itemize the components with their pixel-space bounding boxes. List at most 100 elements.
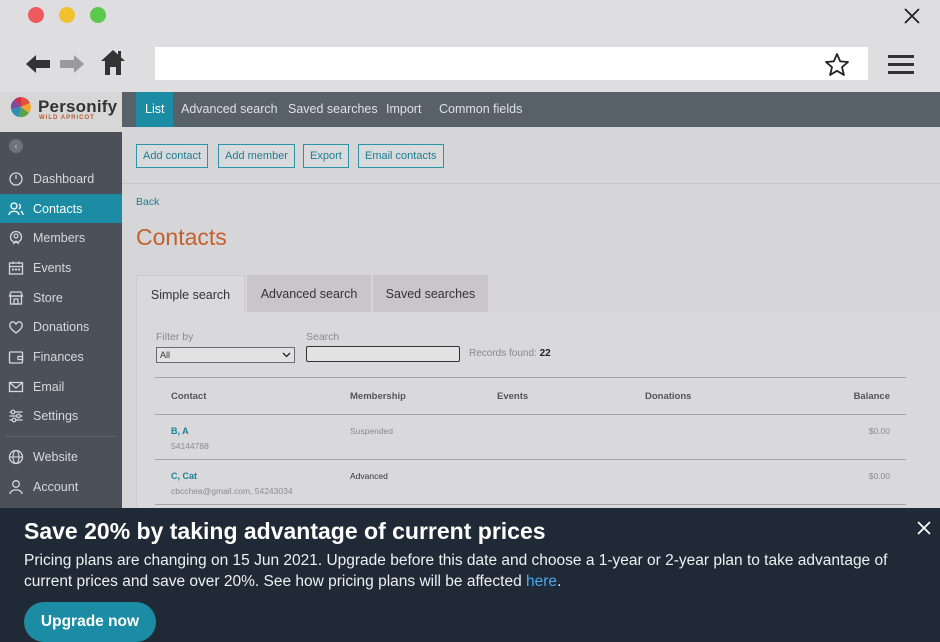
brand-logo[interactable]: Personify WILD APRICOT xyxy=(0,92,122,132)
export-button[interactable]: Export xyxy=(303,144,349,168)
records-found: Records found: 22 xyxy=(469,348,551,359)
sidebar-item-label: Finances xyxy=(33,349,84,364)
upgrade-now-button[interactable]: Upgrade now xyxy=(24,602,156,642)
close-icon[interactable] xyxy=(902,6,922,26)
records-label: Records found: xyxy=(469,348,537,359)
banner-here-link[interactable]: here xyxy=(526,573,557,590)
balance-value: $0.00 xyxy=(868,471,890,481)
main-content: List Advanced search Saved searches Impo… xyxy=(122,92,940,508)
sidebar-item-label: Settings xyxy=(33,409,79,424)
add-contact-button[interactable]: Add contact xyxy=(136,144,209,168)
tab-simple-search[interactable]: Simple search xyxy=(136,275,245,312)
hamburger-menu-icon[interactable] xyxy=(888,54,914,76)
dashboard-icon xyxy=(9,172,23,186)
sliders-icon xyxy=(9,409,23,423)
sidebar-item-finances[interactable]: Finances xyxy=(0,342,122,372)
sidebar-item-donations[interactable]: Donations xyxy=(0,312,122,342)
banner-text: Pricing plans are changing on 15 Jun 202… xyxy=(24,550,914,592)
sidebar-divider xyxy=(6,436,116,438)
contact-name[interactable]: B, A xyxy=(171,426,189,436)
contact-details: cbcchea@gmail.com, 54243034 xyxy=(171,486,293,496)
forward-arrow-icon[interactable] xyxy=(58,50,86,78)
sidebar-item-contacts[interactable]: Contacts xyxy=(0,193,122,224)
home-icon[interactable] xyxy=(99,48,127,76)
sidebar-item-label: Website xyxy=(33,450,78,465)
tab-advanced-search[interactable]: Advanced search xyxy=(181,92,278,127)
column-membership[interactable]: Membership xyxy=(350,391,406,402)
sidebar-item-settings[interactable]: Settings xyxy=(0,402,122,432)
brand-mark-icon xyxy=(10,97,31,118)
sidebar-item-email[interactable]: Email xyxy=(0,372,122,402)
sidebar-item-label: Events xyxy=(33,260,72,275)
brand-name: Personify xyxy=(38,97,118,116)
filter-value: All xyxy=(160,350,171,360)
action-bar: Add contact Add member Export Email cont… xyxy=(122,127,940,183)
add-member-button[interactable]: Add member xyxy=(218,144,295,168)
wallet-icon xyxy=(8,351,24,364)
column-donations[interactable]: Donations xyxy=(645,391,691,402)
pricing-banner: Save 20% by taking advantage of current … xyxy=(0,508,940,642)
sidebar-item-members[interactable]: Members xyxy=(0,223,122,253)
table-row[interactable]: B, A 54144788 Suspended $0.00 xyxy=(155,415,906,460)
membership-status: Advanced xyxy=(350,471,388,481)
column-contact[interactable]: Contact xyxy=(171,391,206,402)
sidebar-item-store[interactable]: Store xyxy=(0,283,122,313)
banner-message: Pricing plans are changing on 15 Jun 202… xyxy=(24,552,888,590)
sidebar-item-label: Store xyxy=(33,290,63,305)
tab-saved-searches[interactable]: Saved searches xyxy=(288,92,378,127)
search-input[interactable] xyxy=(306,346,460,362)
sidebar-item-events[interactable]: Events xyxy=(0,253,122,283)
column-balance[interactable]: Balance xyxy=(854,391,890,402)
bookmark-star-icon[interactable] xyxy=(824,52,850,78)
mail-icon xyxy=(8,381,24,392)
globe-icon xyxy=(8,449,24,465)
window-minimize-dot[interactable] xyxy=(59,7,75,23)
filter-label: Filter by xyxy=(156,331,194,343)
address-bar[interactable] xyxy=(155,47,868,80)
back-arrow-icon[interactable] xyxy=(24,50,52,78)
sidebar-nav: Dashboard Contacts Members Events Store … xyxy=(0,164,122,502)
search-panel: Filter by All Search Records found: 22 C… xyxy=(136,312,940,508)
store-icon xyxy=(8,290,24,305)
filter-select[interactable]: All xyxy=(156,347,295,363)
sidebar-item-label: Email xyxy=(33,379,65,394)
sidebar-item-label: Account xyxy=(33,479,79,494)
email-contacts-button[interactable]: Email contacts xyxy=(358,144,444,168)
tab-common-fields[interactable]: Common fields xyxy=(439,92,522,127)
heart-icon xyxy=(9,321,23,335)
table-header: Contact Membership Events Donations Bala… xyxy=(155,377,906,415)
window-maximize-dot[interactable] xyxy=(90,7,106,23)
account-icon xyxy=(9,479,23,494)
banner-title: Save 20% by taking advantage of current … xyxy=(24,518,546,544)
close-icon[interactable] xyxy=(915,519,933,537)
contact-details: 54144788 xyxy=(171,441,209,451)
sidebar-item-account[interactable]: Account xyxy=(0,472,122,502)
collapse-sidebar-button[interactable]: ‹ xyxy=(9,139,23,153)
sidebar: Personify WILD APRICOT ‹ Dashboard Conta… xyxy=(0,92,122,508)
column-events[interactable]: Events xyxy=(497,391,528,402)
balance-value: $0.00 xyxy=(868,426,890,436)
sidebar-item-label: Donations xyxy=(33,320,90,335)
members-icon xyxy=(9,231,23,245)
contact-name[interactable]: C, Cat xyxy=(171,471,197,481)
search-label: Search xyxy=(306,331,340,343)
contacts-top-nav: List Advanced search Saved searches Impo… xyxy=(122,92,940,127)
banner-message-end: . xyxy=(557,573,562,590)
tab-list[interactable]: List xyxy=(136,92,174,127)
back-link[interactable]: Back xyxy=(136,196,159,208)
tab-import[interactable]: Import xyxy=(386,92,421,127)
chevron-down-icon xyxy=(282,352,291,358)
sidebar-item-label: Dashboard xyxy=(33,171,95,186)
membership-status: Suspended xyxy=(350,426,394,436)
window-close-dot[interactable] xyxy=(28,7,44,23)
sidebar-item-website[interactable]: Website xyxy=(0,442,122,472)
brand-subtitle: WILD APRICOT xyxy=(39,115,95,121)
browser-toolbar xyxy=(0,34,940,92)
sidebar-item-dashboard[interactable]: Dashboard xyxy=(0,164,122,194)
tab-saved-searches-panel[interactable]: Saved searches xyxy=(373,275,488,312)
events-icon xyxy=(8,261,24,275)
page-title: Contacts xyxy=(136,224,227,250)
table-row[interactable]: C, Cat cbcchea@gmail.com, 54243034 Advan… xyxy=(155,460,906,505)
sidebar-item-label: Contacts xyxy=(33,201,83,216)
tab-advanced-search-panel[interactable]: Advanced search xyxy=(247,275,371,312)
